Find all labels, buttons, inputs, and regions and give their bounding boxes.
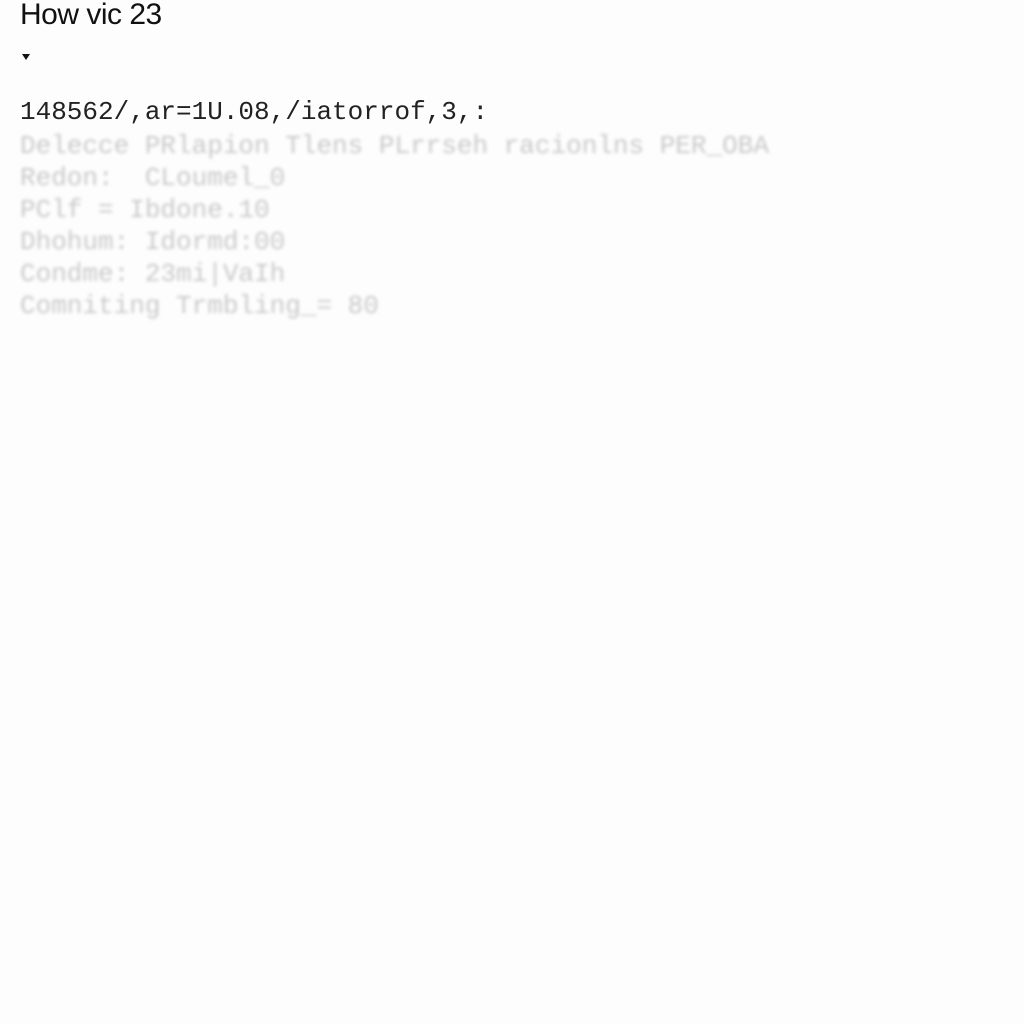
output-line: PClf = Ibdone.10 [20,195,270,225]
output-line: Comniting Trmbling_= 80 [20,291,379,321]
output-line: Dhohum: Idormd:00 [20,227,286,257]
page-title: How vic 23 [20,0,162,31]
caret-down-icon[interactable] [22,54,30,60]
output-main-line: 148562/,ar=1U.08,/iatorrof,3,: [20,97,489,127]
output-line: Condme: 23mi|VaIh [20,259,286,289]
output-line: Redon: CLoumel_0 [20,163,286,193]
output-line: Delecce PRlapion Tlens PLrrseh racionlns… [20,131,769,161]
